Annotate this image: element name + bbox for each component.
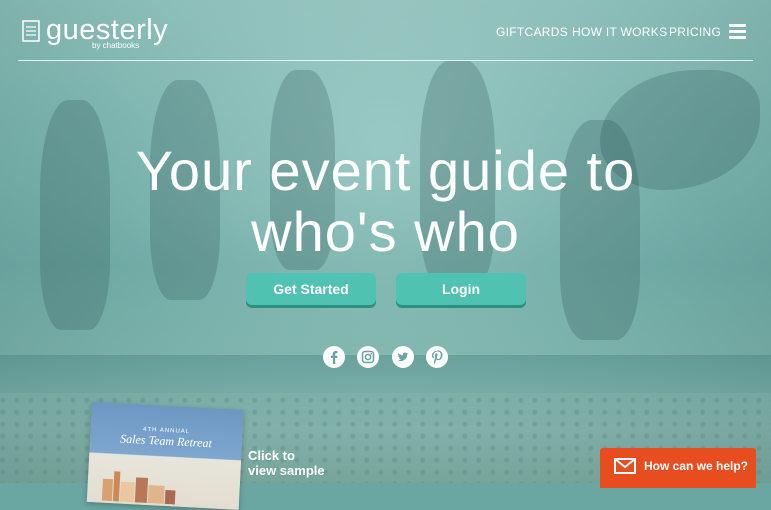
view-sample-line-1: Click to (248, 448, 295, 463)
facebook-icon[interactable] (323, 346, 345, 368)
hamburger-menu-icon[interactable] (729, 24, 746, 39)
login-button[interactable]: Login (396, 273, 526, 305)
pinterest-icon[interactable] (426, 346, 448, 368)
headline-line-2: who's who (251, 200, 520, 263)
guestbook-icon (22, 20, 40, 42)
nav-pricing[interactable]: PRICING (669, 25, 721, 39)
help-widget-label: How can we help? (644, 459, 749, 473)
twitter-icon[interactable] (392, 346, 414, 368)
nav-giftcards[interactable]: GIFTCARDS (496, 25, 568, 39)
get-started-button[interactable]: Get Started (246, 273, 376, 305)
instagram-icon[interactable] (357, 346, 379, 368)
headline-line-1: Your event guide to (135, 139, 636, 202)
view-sample-line-2: view sample (248, 463, 325, 478)
sample-booklet-image[interactable]: 4TH ANNUAL Sales Team Retreat (86, 402, 244, 510)
help-widget-button[interactable]: How can we help? (600, 448, 756, 488)
hero-headline: Your event guide to who's who (0, 140, 771, 262)
header-divider (18, 60, 753, 61)
mail-icon (614, 458, 636, 474)
logo-byline: by chatbooks (92, 41, 140, 50)
nav-how-it-works[interactable]: HOW IT WORKS (572, 25, 667, 39)
view-sample-link[interactable]: Click to view sample (248, 448, 325, 478)
